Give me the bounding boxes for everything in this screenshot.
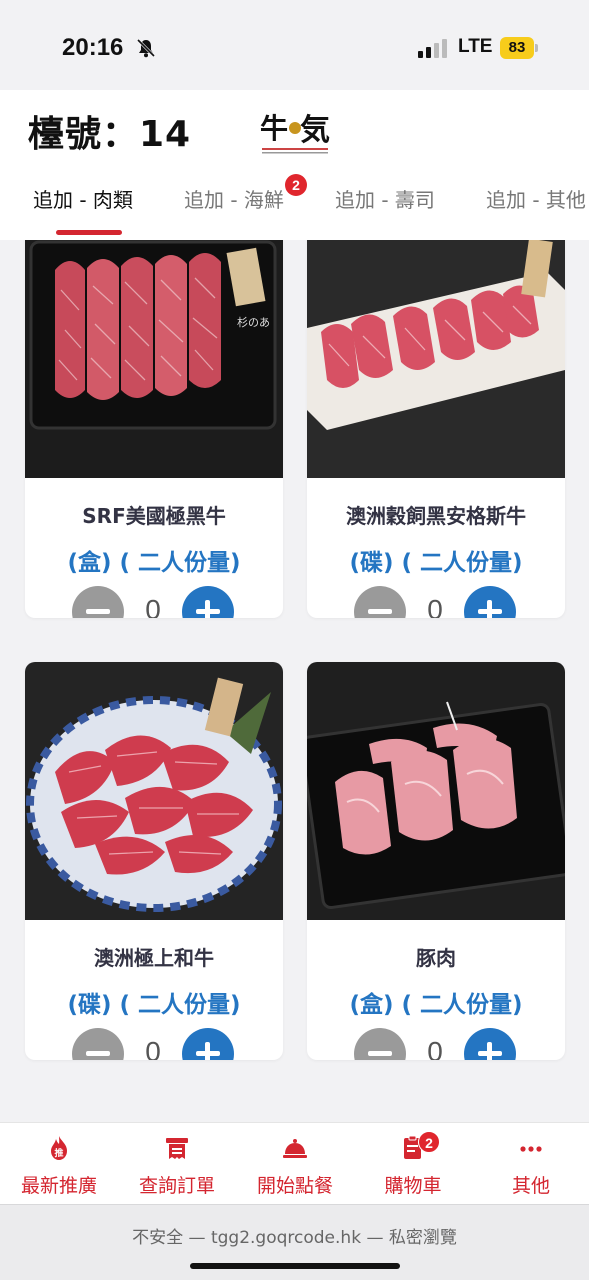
cloche-icon [283,1139,307,1158]
tab-seafood[interactable]: 追加 - 海鮮 [184,182,284,240]
product-name: SRF美國極黑牛 [82,504,226,528]
active-tab-indicator [56,230,122,235]
more-icon [520,1146,542,1152]
product-name: 澳洲穀飼黑安格斯牛 [346,504,526,528]
increase-quantity-button[interactable] [182,586,234,618]
svg-text:気: 気 [300,113,330,148]
product-image [25,662,283,920]
product-portion: (碟) ( 二人份量) [67,992,241,1018]
network-type: LTE [458,36,493,57]
product-portion: (盒) ( 二人份量) [349,992,523,1018]
product-name: 豚肉 [416,946,456,970]
url-text[interactable]: 不安全 — tgg2.goqrcode.hk — 私密瀏覽 [0,1223,589,1248]
product-grid: 杉のあ SRF美國極黑牛 (盒) ( 二人份量) 0 澳洲穀飼黑安格斯牛 (碟)… [0,240,589,1122]
fire-icon: 推 [51,1136,67,1160]
bell-off-icon [136,38,156,58]
status-bar: 20:16 LTE 83 [0,0,589,90]
nav-order-history[interactable]: 查詢訂單 [118,1123,236,1205]
nav-label: 最新推廣 [20,1175,97,1197]
product-name: 澳洲極上和牛 [94,946,214,970]
decrease-quantity-button[interactable] [72,586,124,618]
nav-label: 購物車 [384,1175,442,1197]
product-image [307,662,565,920]
product-image [307,240,565,478]
product-portion: (碟) ( 二人份量) [349,550,523,576]
decrease-quantity-button[interactable] [354,1028,406,1060]
receipt-icon [166,1138,188,1159]
increase-quantity-button[interactable] [464,586,516,618]
seafood-tab-badge: 2 [285,174,307,196]
product-image: 杉のあ [25,240,283,478]
cart-count-badge: 2 [418,1131,440,1153]
product-card[interactable]: 杉のあ SRF美國極黑牛 (盒) ( 二人份量) 0 [25,240,283,618]
svg-text:推: 推 [54,1147,63,1159]
decrease-quantity-button[interactable] [354,586,406,618]
nav-label: 開始點餐 [256,1175,333,1197]
decrease-quantity-button[interactable] [72,1028,124,1060]
nav-label: 其他 [511,1175,550,1197]
nav-promotions[interactable]: 推 最新推廣 [0,1123,118,1205]
home-indicator[interactable] [190,1263,400,1269]
battery-icon: 83 [500,37,538,59]
product-portion: (盒) ( 二人份量) [67,550,241,576]
nav-cart[interactable]: 2 購物車 [354,1123,472,1205]
quantity-value: 0 [145,1036,161,1060]
tab-sushi[interactable]: 追加 - 壽司 [335,182,435,240]
nav-more[interactable]: 其他 [472,1123,589,1205]
status-time: 20:16 [62,34,124,61]
increase-quantity-button[interactable] [464,1028,516,1060]
increase-quantity-button[interactable] [182,1028,234,1060]
app-header: 檯號：14 牛 気 追加 - 肉類 追加 - 海鮮 追加 - 壽司 追加 - 其… [0,90,589,240]
product-card[interactable]: 澳洲穀飼黑安格斯牛 (碟) ( 二人份量) 0 [307,240,565,618]
quantity-value: 0 [145,594,161,618]
signal-icon [418,39,447,58]
tab-others[interactable]: 追加 - 其他 [486,182,586,240]
quantity-value: 0 [427,1036,443,1060]
battery-level: 83 [500,37,534,59]
browser-address-bar[interactable]: 不安全 — tgg2.goqrcode.hk — 私密瀏覽 [0,1204,589,1280]
svg-text:杉のあ: 杉のあ [237,315,270,329]
product-card[interactable]: 豚肉 (盒) ( 二人份量) 0 [307,662,565,1060]
table-number: 檯號：14 [28,114,192,155]
nav-label: 查詢訂單 [138,1175,215,1197]
bottom-navigation: 推 最新推廣 查詢訂單 開始點餐 2 購物車 其他 [0,1122,589,1204]
svg-text:牛: 牛 [260,112,288,145]
quantity-value: 0 [427,594,443,618]
product-card[interactable]: 澳洲極上和牛 (碟) ( 二人份量) 0 [25,662,283,1060]
nav-start-ordering[interactable]: 開始點餐 [236,1123,354,1205]
restaurant-logo: 牛 気 [260,112,330,154]
